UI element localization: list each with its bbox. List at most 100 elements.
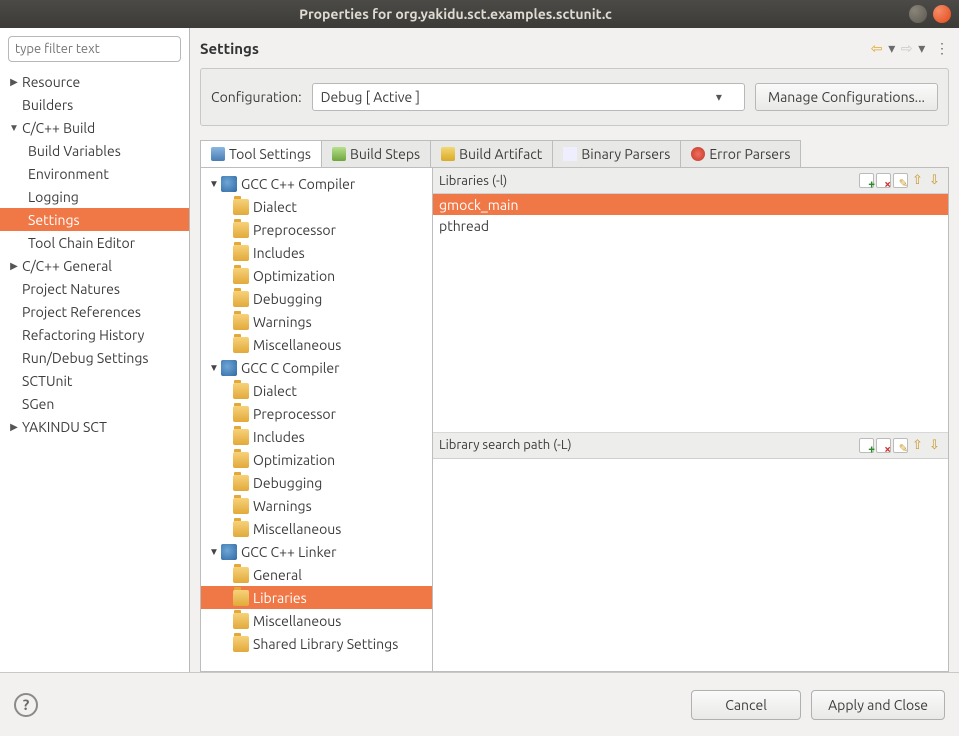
tool-label: Shared Library Settings	[253, 636, 398, 652]
sidebar-tree: ▶Resource Builders ▼C/C++ BuildBuild Varia…	[0, 70, 189, 672]
expand-arrow-icon[interactable]: ▶	[8, 260, 20, 272]
tool-option[interactable]: Dialect	[201, 379, 432, 402]
sidebar-item[interactable]: ▶Resource	[0, 70, 189, 93]
sidebar-item[interactable]: ▼C/C++ Build	[0, 116, 189, 139]
sidebar-item[interactable]: ▶C/C++ General	[0, 254, 189, 277]
apply-and-close-button[interactable]: Apply and Close	[811, 690, 945, 720]
sidebar-item[interactable]: Logging	[0, 185, 189, 208]
tool-label: Miscellaneous	[253, 613, 341, 629]
sidebar-item[interactable]: Build Variables	[0, 139, 189, 162]
add-icon[interactable]	[859, 438, 874, 453]
window-title: Properties for org.yakidu.sct.examples.s…	[8, 6, 903, 22]
tool-option[interactable]: Dialect	[201, 195, 432, 218]
folder-icon	[233, 429, 249, 445]
tool-option[interactable]: Debugging	[201, 471, 432, 494]
libraries-list[interactable]: gmock_mainpthread	[433, 194, 948, 432]
tool-option[interactable]: Miscellaneous	[201, 333, 432, 356]
close-icon[interactable]	[933, 5, 951, 23]
tool-label: Debugging	[253, 291, 322, 307]
move-up-icon[interactable]	[910, 438, 925, 453]
tool-option[interactable]: Warnings	[201, 310, 432, 333]
tool-label: Libraries	[253, 590, 307, 606]
tool-option[interactable]: Optimization	[201, 448, 432, 471]
move-down-icon[interactable]	[927, 173, 942, 188]
tool-option[interactable]: Preprocessor	[201, 402, 432, 425]
minimize-icon[interactable]	[909, 5, 927, 23]
library-search-path-list[interactable]	[433, 459, 948, 671]
tool-label: GCC C Compiler	[241, 360, 339, 376]
tool-label: Dialect	[253, 199, 297, 215]
tool-option[interactable]: Warnings	[201, 494, 432, 517]
expand-arrow-icon[interactable]: ▶	[8, 76, 20, 88]
help-icon[interactable]: ?	[14, 693, 38, 717]
sidebar-item[interactable]: Project References	[0, 300, 189, 323]
folder-icon	[233, 521, 249, 537]
tab[interactable]: Error Parsers	[680, 140, 801, 167]
tool-option[interactable]: General	[201, 563, 432, 586]
expand-arrow-icon[interactable]: ▼	[8, 122, 20, 134]
sidebar-item[interactable]: Settings	[0, 208, 189, 231]
edit-icon[interactable]	[893, 438, 908, 453]
delete-icon[interactable]	[876, 438, 891, 453]
folder-icon	[233, 222, 249, 238]
nav-back-icon[interactable]: ⇦	[871, 40, 883, 56]
list-item[interactable]: pthread	[433, 215, 948, 236]
sidebar-item[interactable]: SCTUnit	[0, 369, 189, 392]
tab[interactable]: Binary Parsers	[552, 140, 681, 167]
tool-option[interactable]: Includes	[201, 425, 432, 448]
folder-icon	[233, 199, 249, 215]
expand-arrow-icon[interactable]: ▼	[207, 178, 221, 190]
sidebar-item[interactable]: SGen	[0, 392, 189, 415]
sidebar-item-label: Refactoring History	[20, 327, 144, 343]
tool-option[interactable]: Preprocessor	[201, 218, 432, 241]
tab-icon	[441, 147, 455, 161]
cancel-button[interactable]: Cancel	[691, 690, 801, 720]
view-menu-icon[interactable]: ⋮	[935, 40, 949, 56]
tool-option[interactable]: Debugging	[201, 287, 432, 310]
library-search-path-title: Library search path (-L)	[439, 438, 857, 452]
delete-icon[interactable]	[876, 173, 891, 188]
tool-option[interactable]: Miscellaneous	[201, 517, 432, 540]
sidebar-item[interactable]: Project Natures	[0, 277, 189, 300]
tool-option[interactable]: Optimization	[201, 264, 432, 287]
tool-label: Optimization	[253, 452, 335, 468]
edit-icon[interactable]	[893, 173, 908, 188]
tool-option[interactable]: Miscellaneous	[201, 609, 432, 632]
tool-group[interactable]: ▼ GCC C Compiler	[201, 356, 432, 379]
tab[interactable]: Tool Settings	[200, 140, 322, 167]
nav-forward-menu-icon[interactable]: ▾	[918, 40, 925, 56]
sidebar-item[interactable]: Environment	[0, 162, 189, 185]
tool-group[interactable]: ▼GCC C++ Linker	[201, 540, 432, 563]
sidebar-item[interactable]: Tool Chain Editor	[0, 231, 189, 254]
sidebar-item-label: Environment	[26, 166, 109, 182]
configuration-select[interactable]: Debug [ Active ]	[312, 83, 745, 111]
add-icon[interactable]	[859, 173, 874, 188]
filter-input[interactable]	[8, 36, 181, 62]
sidebar-item[interactable]: Run/Debug Settings	[0, 346, 189, 369]
tool-option[interactable]: Libraries	[201, 586, 432, 609]
sidebar-item[interactable]: Refactoring History	[0, 323, 189, 346]
folder-icon	[233, 383, 249, 399]
header-nav: ⇦ ▾ ⇨ ▾ ⋮	[869, 39, 949, 57]
move-down-icon[interactable]	[927, 438, 942, 453]
manage-configurations-button[interactable]: Manage Configurations...	[755, 83, 938, 111]
sidebar-item-label: Builders	[20, 97, 73, 113]
tool-option[interactable]: Includes	[201, 241, 432, 264]
list-item[interactable]: gmock_main	[433, 194, 948, 215]
tab[interactable]: Build Steps	[321, 140, 431, 167]
tool-option[interactable]: Shared Library Settings	[201, 632, 432, 655]
folder-icon	[233, 337, 249, 353]
tool-group[interactable]: ▼GCC C++ Compiler	[201, 172, 432, 195]
expand-arrow-icon[interactable]: ▼	[207, 362, 221, 374]
folder-icon	[233, 452, 249, 468]
expand-arrow-icon[interactable]: ▼	[207, 546, 221, 558]
sidebar-item-label: Tool Chain Editor	[26, 235, 135, 251]
tool-settings-tree: ▼GCC C++ CompilerDialectPreprocessorIncl…	[201, 168, 433, 671]
sidebar-item[interactable]: Builders	[0, 93, 189, 116]
sidebar-item[interactable]: ▶YAKINDU SCT	[0, 415, 189, 438]
tab[interactable]: Build Artifact	[430, 140, 553, 167]
nav-back-menu-icon[interactable]: ▾	[888, 40, 895, 56]
folder-icon	[233, 291, 249, 307]
expand-arrow-icon[interactable]: ▶	[8, 421, 20, 433]
move-up-icon[interactable]	[910, 173, 925, 188]
